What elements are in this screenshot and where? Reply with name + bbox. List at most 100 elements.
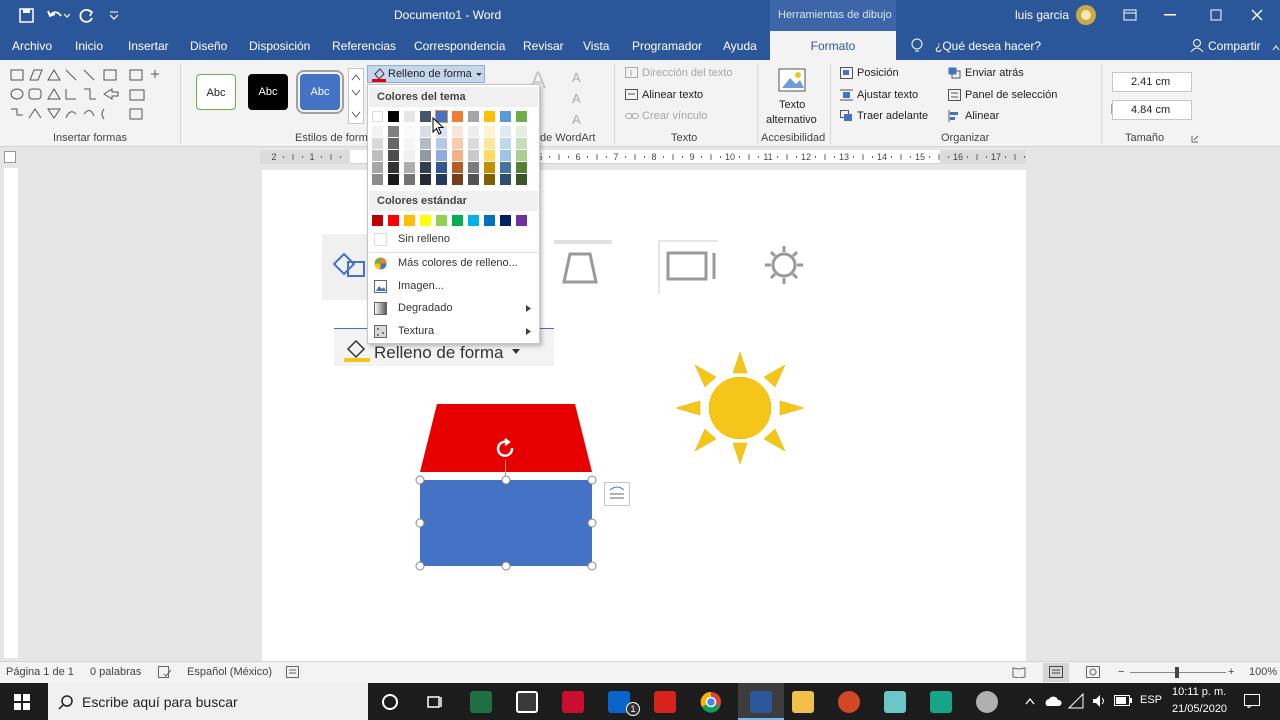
theme-color-shade-swatch[interactable] (388, 162, 399, 173)
theme-color-shade-swatch[interactable] (420, 126, 431, 137)
theme-color-shade-swatch[interactable] (420, 162, 431, 173)
alt-text-label-1[interactable]: Texto (779, 99, 805, 111)
notifications-icon[interactable] (1244, 694, 1260, 708)
theme-color-shade-swatch[interactable] (388, 126, 399, 137)
theme-color-shade-swatch[interactable] (388, 138, 399, 149)
layout-options-icon[interactable] (604, 482, 630, 506)
theme-color-shade-swatch[interactable] (500, 138, 511, 149)
theme-color-shade-swatch[interactable] (436, 150, 447, 161)
wrap-text-button[interactable]: Ajustar texto (857, 89, 918, 101)
more-fill-colors-item[interactable]: Más colores de relleno... (398, 257, 518, 269)
theme-color-swatch[interactable] (484, 111, 495, 122)
volume-icon[interactable] (1092, 694, 1108, 708)
theme-color-shade-swatch[interactable] (516, 174, 527, 185)
theme-color-swatch[interactable] (420, 111, 431, 122)
theme-color-shade-swatch[interactable] (404, 126, 415, 137)
sun-shape[interactable] (674, 350, 806, 470)
theme-color-swatch[interactable] (404, 111, 415, 122)
theme-color-swatch[interactable] (388, 111, 399, 122)
battery-icon[interactable] (1114, 695, 1132, 707)
theme-color-shade-swatch[interactable] (516, 162, 527, 173)
size-dialog-launcher-icon[interactable] (1191, 135, 1199, 143)
cortana-icon[interactable] (381, 693, 399, 711)
tab-revisar[interactable]: Revisar (523, 39, 564, 53)
page-count[interactable]: Página 1 de 1 (6, 666, 74, 678)
avatar[interactable] (1075, 4, 1097, 26)
standard-color-swatch[interactable] (404, 215, 415, 226)
tab-referencias[interactable]: Referencias (332, 39, 396, 53)
zoom-level[interactable]: 100% (1249, 666, 1277, 678)
theme-color-swatch[interactable] (468, 111, 479, 122)
theme-color-shade-swatch[interactable] (404, 138, 415, 149)
bring-forward-button[interactable]: Traer adelante (857, 110, 928, 122)
theme-color-swatch[interactable] (372, 111, 383, 122)
theme-color-shade-swatch[interactable] (452, 162, 463, 173)
theme-color-shade-swatch[interactable] (484, 174, 495, 185)
theme-color-shade-swatch[interactable] (484, 162, 495, 173)
theme-color-shade-swatch[interactable] (372, 150, 383, 161)
tab-disposicion[interactable]: Disposición (249, 39, 310, 53)
taskbar-search-box[interactable]: Escribe aquí para buscar (48, 683, 368, 720)
theme-color-shade-swatch[interactable] (452, 138, 463, 149)
excel-app-icon[interactable] (470, 691, 492, 713)
send-backward-button[interactable]: Enviar atrás (965, 67, 1024, 79)
tab-inicio[interactable]: Inicio (75, 39, 103, 53)
standard-color-swatch[interactable] (500, 215, 511, 226)
theme-color-shade-swatch[interactable] (500, 174, 511, 185)
chrome-app-icon[interactable] (700, 691, 722, 713)
texture-item[interactable]: Textura (398, 325, 434, 337)
powerpoint-app-icon[interactable] (838, 691, 860, 713)
theme-color-shade-swatch[interactable] (500, 162, 511, 173)
undo-icon[interactable] (46, 8, 70, 24)
theme-color-shade-swatch[interactable] (452, 150, 463, 161)
system-tray-chevron-icon[interactable] (1025, 697, 1035, 705)
gradient-item[interactable]: Degradado (398, 302, 452, 314)
alt-text-label-2[interactable]: alternativo (766, 114, 817, 126)
customize-toolbar-icon[interactable] (108, 10, 120, 22)
tab-diseno[interactable]: Diseño (190, 39, 227, 53)
read-mode-icon[interactable] (1012, 666, 1026, 678)
theme-color-shade-swatch[interactable] (404, 174, 415, 185)
shapes-gallery[interactable] (8, 66, 168, 126)
word-taskbar-button[interactable] (738, 683, 784, 720)
text-direction-icon[interactable] (625, 67, 639, 79)
selection-handles[interactable] (412, 472, 602, 574)
align-text-icon[interactable] (625, 89, 639, 101)
theme-color-shade-swatch[interactable] (420, 138, 431, 149)
shape-style-blue[interactable]: Abc (296, 70, 344, 114)
standard-color-swatch[interactable] (516, 215, 527, 226)
theme-color-shade-swatch[interactable] (484, 126, 495, 137)
tab-ayuda[interactable]: Ayuda (723, 39, 757, 53)
theme-color-shade-swatch[interactable] (468, 138, 479, 149)
network-icon[interactable] (1068, 693, 1084, 709)
app-icon-gray[interactable] (976, 691, 998, 713)
tab-programador[interactable]: Programador (632, 39, 702, 53)
theme-color-shade-swatch[interactable] (420, 150, 431, 161)
windows-start-icon[interactable] (14, 694, 30, 710)
theme-color-shade-swatch[interactable] (452, 126, 463, 137)
tab-selector[interactable] (4, 151, 16, 163)
theme-color-shade-swatch[interactable] (372, 162, 383, 173)
no-fill-item[interactable]: Sin relleno (398, 233, 450, 245)
shape-fill-button[interactable]: Relleno de forma (367, 65, 485, 83)
word-count[interactable]: 0 palabras (90, 666, 141, 678)
vertical-ruler[interactable] (4, 168, 18, 658)
standard-color-swatch[interactable] (436, 215, 447, 226)
acrobat-app-icon[interactable] (654, 691, 676, 713)
theme-color-shade-swatch[interactable] (404, 162, 415, 173)
create-link-button[interactable]: Crear vínculo (642, 110, 707, 122)
theme-color-shade-swatch[interactable] (436, 162, 447, 173)
position-button[interactable]: Posición (857, 67, 899, 79)
theme-color-shade-swatch[interactable] (372, 126, 383, 137)
theme-color-shade-swatch[interactable] (420, 174, 431, 185)
standard-color-swatch[interactable] (468, 215, 479, 226)
app-icon-green[interactable] (930, 691, 952, 713)
user-name[interactable]: luis garcia (1015, 8, 1069, 22)
standard-color-swatch[interactable] (452, 215, 463, 226)
theme-color-shade-swatch[interactable] (468, 162, 479, 173)
share-button[interactable]: Compartir (1208, 39, 1261, 53)
save-icon[interactable] (19, 8, 35, 24)
theme-color-shade-swatch[interactable] (484, 150, 495, 161)
standard-color-swatch[interactable] (372, 215, 383, 226)
language-indicator[interactable]: Español (México) (187, 666, 272, 678)
